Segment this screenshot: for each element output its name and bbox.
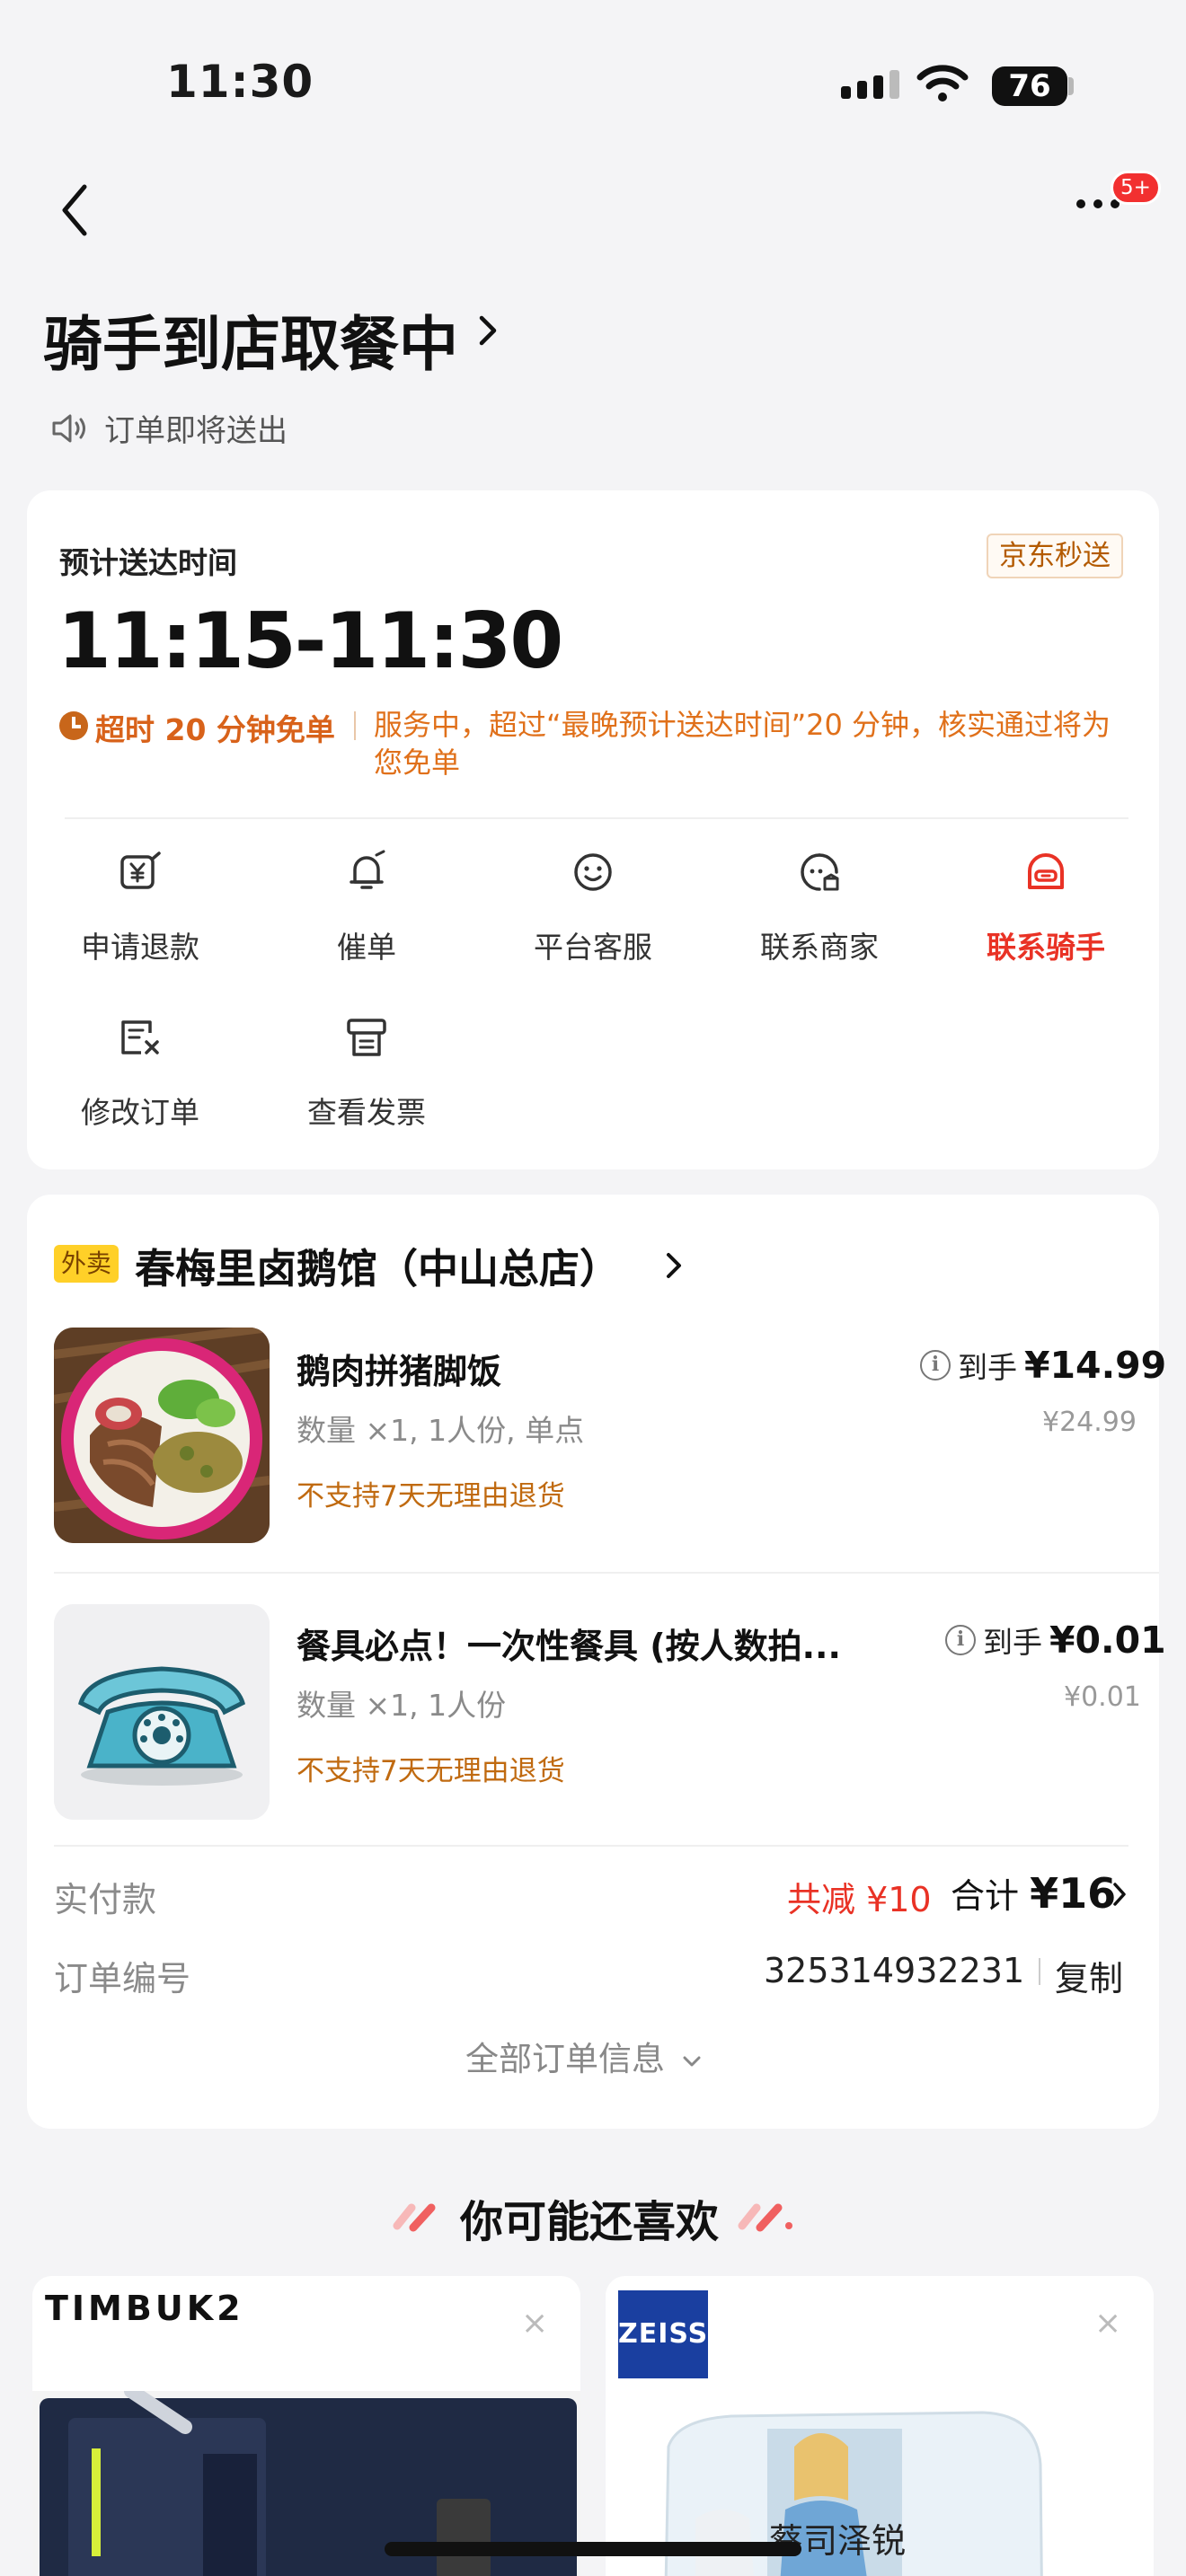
chevron-right-icon[interactable] — [663, 1250, 685, 1281]
goose-rice-image — [54, 1328, 270, 1543]
brand-logo: TIMBUK2 — [45, 2289, 244, 2328]
paid-label: 实付款 — [54, 1880, 157, 1919]
recommend-card[interactable]: TIMBUK2 × — [32, 2276, 580, 2576]
battery-cap — [1068, 77, 1074, 95]
refund-button[interactable]: 申请退款 — [27, 850, 253, 966]
eta-label: 预计送达时间 — [59, 545, 237, 580]
cellular-signal-icon — [841, 70, 899, 99]
item-price-now: i 到手 ¥0.01 — [945, 1619, 1166, 1662]
speaker-icon — [52, 414, 85, 442]
platform-service-button[interactable]: 平台客服 — [480, 850, 706, 966]
item-spec: 数量 ×1, 1人份 — [296, 1688, 507, 1723]
decor-swoosh-icon — [738, 2203, 792, 2232]
recommend-title: 你可能还喜欢 — [460, 2197, 720, 2247]
discount-amount: 共减 ¥10 — [787, 1880, 932, 1919]
modify-order-label: 修改订单 — [81, 1095, 199, 1130]
telephone-image — [54, 1604, 270, 1820]
chevron-right-icon[interactable] — [474, 313, 501, 348]
modify-order-button[interactable]: 修改订单 — [27, 1015, 253, 1132]
item-name: 鹅肉拼猪脚饭 — [296, 1352, 502, 1391]
late-separator — [354, 711, 356, 740]
view-invoice-button[interactable]: 查看发票 — [253, 1015, 480, 1132]
contact-rider-label: 联系骑手 — [987, 930, 1105, 965]
close-icon[interactable]: × — [521, 2305, 548, 2342]
total-amount[interactable]: 合计 ¥16 — [951, 1868, 1116, 1918]
home-indicator[interactable] — [385, 2542, 801, 2556]
item-return-warning: 不支持7天无理由退货 — [296, 1755, 565, 1787]
service-tag: 京东秒送 — [987, 534, 1123, 578]
price-original: ¥0.01 — [1064, 1681, 1141, 1713]
view-invoice-label: 查看发票 — [307, 1095, 426, 1130]
chevron-down-icon — [683, 2056, 701, 2066]
item-name: 餐具必点！一次性餐具 (按人数拍... — [296, 1627, 841, 1666]
order-number-label: 订单编号 — [54, 1959, 191, 1998]
item-spec: 数量 ×1, 1人份, 单点 — [296, 1413, 585, 1448]
message-badge: 5+ — [1111, 171, 1161, 205]
all-order-info-link[interactable]: 全部订单信息 — [465, 2032, 703, 2080]
refund-icon — [120, 851, 161, 889]
info-icon[interactable]: i — [920, 1350, 951, 1381]
rider-helmet-icon — [1028, 853, 1064, 889]
brand-logo: ZEISS — [618, 2290, 708, 2378]
card-divider — [65, 817, 1128, 819]
order-notice: 订单即将送出 — [50, 406, 288, 450]
item-return-warning: 不支持7天无理由退货 — [296, 1480, 565, 1513]
price-now: ¥14.99 — [1024, 1344, 1167, 1387]
price-original: ¥24.99 — [1042, 1407, 1137, 1438]
refund-label: 申请退款 — [81, 930, 199, 965]
copy-separator — [1039, 1958, 1040, 1985]
price-prefix: 到手 — [958, 1350, 1017, 1385]
order-number: 325314932231 — [764, 1951, 1025, 1990]
shop-name[interactable]: 春梅里卤鹅馆（中山总店） — [135, 1236, 620, 1294]
dish-thumbnail[interactable] — [54, 1604, 270, 1820]
urge-order-button[interactable]: 催单 — [253, 850, 480, 966]
back-icon[interactable] — [58, 181, 93, 239]
decor-swoosh-icon — [393, 2203, 436, 2232]
bell-icon — [350, 850, 385, 889]
total-label: 合计 — [951, 1876, 1031, 1916]
order-status-title[interactable]: 骑手到店取餐中 — [43, 296, 458, 383]
eta-time: 11:15-11:30 — [58, 596, 563, 686]
notice-text: 订单即将送出 — [104, 413, 288, 449]
late-guarantee-title: 超时 20 分钟免单 — [95, 712, 335, 747]
clock-icon — [59, 711, 88, 740]
price-prefix: 到手 — [983, 1625, 1042, 1660]
summary-divider — [54, 1845, 1128, 1847]
status-time: 11:30 — [166, 56, 314, 108]
wifi-icon — [916, 65, 969, 101]
service-face-icon — [574, 853, 612, 891]
contact-merchant-label: 联系商家 — [760, 930, 879, 965]
edit-order-icon — [121, 1020, 159, 1054]
copy-button[interactable]: 复制 — [1055, 1951, 1123, 2000]
contact-rider-button[interactable]: 联系骑手 — [933, 850, 1159, 966]
close-icon[interactable]: × — [1094, 2305, 1121, 2342]
contact-merchant-button[interactable]: 联系商家 — [706, 850, 933, 966]
item-divider — [54, 1572, 1159, 1574]
dish-thumbnail[interactable] — [54, 1328, 270, 1543]
urge-label: 催单 — [337, 930, 396, 965]
merchant-chat-icon — [801, 853, 839, 891]
chevron-right-icon[interactable] — [1111, 1881, 1128, 1908]
late-guarantee-desc: 服务中，超过“最晚预计送达时间”20 分钟，核实通过将为您免单 — [374, 708, 1111, 780]
info-icon[interactable]: i — [945, 1625, 976, 1655]
more-options-icon[interactable] — [1076, 199, 1120, 208]
item-price-now: i 到手 ¥14.99 — [920, 1344, 1166, 1387]
all-order-info-label: 全部订单信息 — [465, 2040, 665, 2078]
total-value: ¥16 — [1030, 1869, 1117, 1918]
invoice-icon — [347, 1019, 386, 1056]
recommend-card[interactable]: ZEISS × 蔡司泽锐 — [606, 2276, 1154, 2576]
battery-indicator: 76 — [992, 66, 1067, 106]
takeout-tag: 外卖 — [54, 1245, 119, 1283]
price-now: ¥0.01 — [1049, 1619, 1166, 1662]
platform-service-label: 平台客服 — [534, 930, 652, 965]
